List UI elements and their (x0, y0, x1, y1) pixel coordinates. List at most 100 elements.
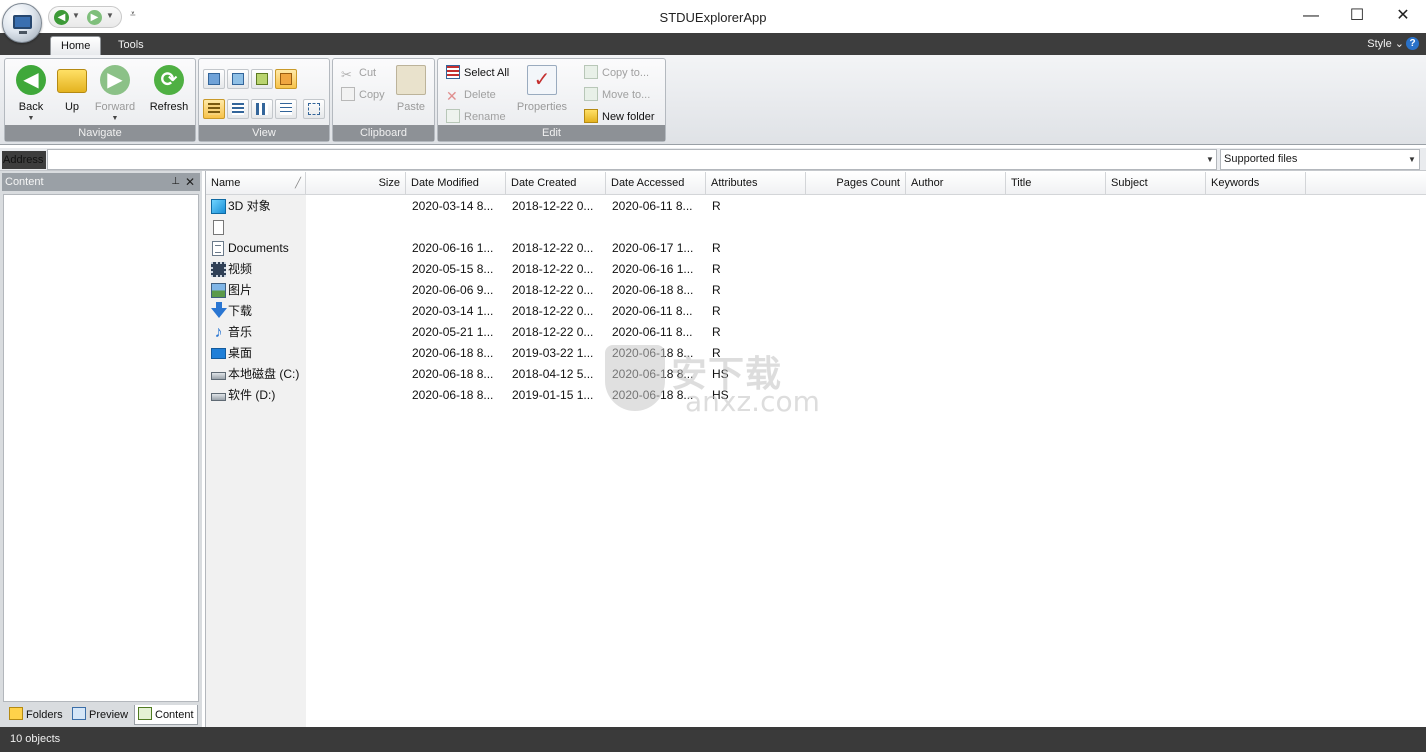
table-row[interactable]: 下载 2020-03-14 1... 2018-12-22 0... 2020-06-… (206, 301, 1426, 322)
copy-to-button[interactable]: Copy to... (584, 63, 649, 83)
cell-attributes: R (712, 304, 721, 318)
drive-c-icon (211, 372, 226, 380)
table-row[interactable] (206, 217, 1426, 238)
cell-name: Documents (206, 238, 306, 259)
style-menu[interactable]: Style ⌄ (1367, 37, 1404, 50)
column-header-attributes[interactable]: Attributes (706, 172, 806, 195)
rename-icon (446, 109, 460, 123)
column-header-size[interactable]: Size (306, 172, 406, 195)
cell-date-created: 2018-12-22 0... (512, 325, 594, 339)
forward-dropdown-icon[interactable]: ▼ (93, 115, 137, 122)
content-view-icon (280, 103, 292, 115)
column-header-name[interactable]: Name ╱ (206, 172, 306, 195)
panel-close-icon[interactable]: ✕ (185, 173, 195, 191)
tiles-icon (256, 103, 268, 115)
cell-attributes (712, 217, 806, 238)
column-header-title[interactable]: Title (1006, 172, 1106, 195)
view-options-button[interactable] (303, 99, 325, 119)
maximize-button[interactable]: ☐ (1334, 0, 1380, 32)
refresh-icon: ⟳ (154, 65, 184, 95)
details-icon (208, 103, 220, 115)
column-header-author[interactable]: Author (906, 172, 1006, 195)
back-dropdown-icon[interactable]: ▼ (9, 115, 53, 122)
table-row[interactable]: 软件 (D:) 2020-06-18 8... 2019-01-15 1... 202… (206, 385, 1426, 406)
refresh-button[interactable]: ⟳ Refresh (147, 63, 191, 123)
cell-date-created: 2019-03-22 1... (512, 346, 594, 360)
table-row[interactable]: 3D 对象 2020-03-14 8... 2018-12-22 0... 2020-… (206, 196, 1426, 217)
scissors-icon: ✂ (341, 67, 352, 82)
panel-tab-content[interactable]: Content (134, 705, 198, 725)
3d-objects-icon (211, 199, 226, 214)
cell-date-accessed (612, 217, 706, 238)
filter-dropdown-icon[interactable]: ▼ (1405, 150, 1419, 169)
table-row[interactable]: 本地磁盘 (C:) 2020-06-18 8... 2018-04-12 5... 2… (206, 364, 1426, 385)
view-medium-icons-button[interactable] (227, 69, 249, 89)
cell-attributes: R (712, 199, 721, 213)
column-header-keywords[interactable]: Keywords (1206, 172, 1306, 195)
cell-date-modified: 2020-06-16 1... (412, 241, 494, 255)
file-filter-select[interactable]: Supported files ▼ (1220, 149, 1420, 170)
column-header-pages-count[interactable]: Pages Count (806, 172, 906, 195)
rename-button[interactable]: Rename (446, 107, 506, 127)
table-row[interactable]: 图片 2020-06-06 9... 2018-12-22 0... 2020-06-… (206, 280, 1426, 301)
view-content-button[interactable] (275, 99, 297, 119)
view-details-button[interactable] (203, 99, 225, 119)
view-options-icon (308, 103, 320, 115)
file-icon (213, 220, 224, 235)
view-tiles-button[interactable] (251, 99, 273, 119)
panel-tabs: Folders Preview Content (2, 704, 200, 726)
column-header-date-modified[interactable]: Date Modified (406, 172, 506, 195)
table-row[interactable]: Documents 2020-06-16 1... 2018-12-22 0... 2… (206, 238, 1426, 259)
copy-button[interactable]: Copy (341, 85, 385, 105)
column-header-date-created[interactable]: Date Created (506, 172, 606, 195)
cell-size (306, 364, 400, 385)
address-dropdown-icon[interactable]: ▼ (1203, 150, 1217, 169)
paste-button[interactable]: Paste (389, 63, 433, 123)
forward-button[interactable]: ▶ Forward ▼ (93, 63, 137, 123)
cell-attributes: R (712, 325, 721, 339)
cell-size (306, 322, 400, 343)
column-header-subject[interactable]: Subject (1106, 172, 1206, 195)
view-thumbnails-button[interactable] (275, 69, 297, 89)
table-row[interactable]: 视频 2020-05-15 8... 2018-12-22 0... 2020-06-… (206, 259, 1426, 280)
panel-tab-folders[interactable]: Folders (6, 705, 68, 725)
file-list: Name ╱ Size Date Modified Date Created Da… (205, 171, 1426, 727)
move-to-button[interactable]: Move to... (584, 85, 650, 105)
view-list-button[interactable] (227, 99, 249, 119)
new-folder-button[interactable]: New folder (584, 107, 655, 127)
panel-title: Content (5, 176, 44, 188)
column-headers: Name ╱ Size Date Modified Date Created Da… (206, 172, 1426, 195)
column-header-date-accessed[interactable]: Date Accessed (606, 172, 706, 195)
cell-date-created: 2018-12-22 0... (512, 304, 594, 318)
cut-button[interactable]: ✂ Cut (341, 63, 376, 83)
back-button[interactable]: ◀ Back ▼ (9, 63, 53, 123)
cell-date-created: 2018-12-22 0... (512, 283, 594, 297)
table-row[interactable]: ♪ 音乐 2020-05-21 1... 2018-12-22 0... 2020-06… (206, 322, 1426, 343)
address-input[interactable] (47, 149, 1217, 170)
refresh-label: Refresh (149, 101, 189, 113)
select-all-button[interactable]: Select All (446, 63, 509, 83)
view-large-icons-button[interactable] (203, 69, 225, 89)
view-small-icons-button[interactable] (251, 69, 273, 89)
cell-date-accessed: 2020-06-18 8... (612, 283, 694, 297)
delete-button[interactable]: ✕ Delete (446, 85, 496, 105)
cell-size (306, 196, 400, 217)
panel-tab-preview[interactable]: Preview (69, 705, 133, 725)
cell-date-accessed: 2020-06-16 1... (612, 262, 694, 276)
panel-tab-content-label: Content (155, 709, 194, 721)
help-icon[interactable]: ? (1406, 37, 1419, 50)
paste-clipboard-icon (396, 65, 426, 95)
properties-check-icon: ✓ (527, 65, 557, 95)
properties-button[interactable]: ✓ Properties (516, 63, 568, 123)
close-button[interactable]: ✕ (1380, 0, 1426, 32)
tab-tools[interactable]: Tools (108, 36, 154, 55)
minimize-button[interactable]: — (1288, 0, 1334, 32)
cell-attributes: R (712, 262, 721, 276)
application-menu-button[interactable] (2, 3, 42, 43)
pin-icon[interactable]: ⊥ (171, 173, 180, 191)
table-row[interactable]: 桌面 2020-06-18 8... 2019-03-22 1... 2020-06-… (206, 343, 1426, 364)
up-button[interactable]: Up (50, 63, 94, 123)
ribbon: ◀ Back ▼ Up ▶ Forward ▼ ⟳ Refresh Naviga… (0, 55, 1426, 145)
tab-home[interactable]: Home (50, 36, 102, 55)
panel-tab-folders-label: Folders (26, 709, 63, 721)
